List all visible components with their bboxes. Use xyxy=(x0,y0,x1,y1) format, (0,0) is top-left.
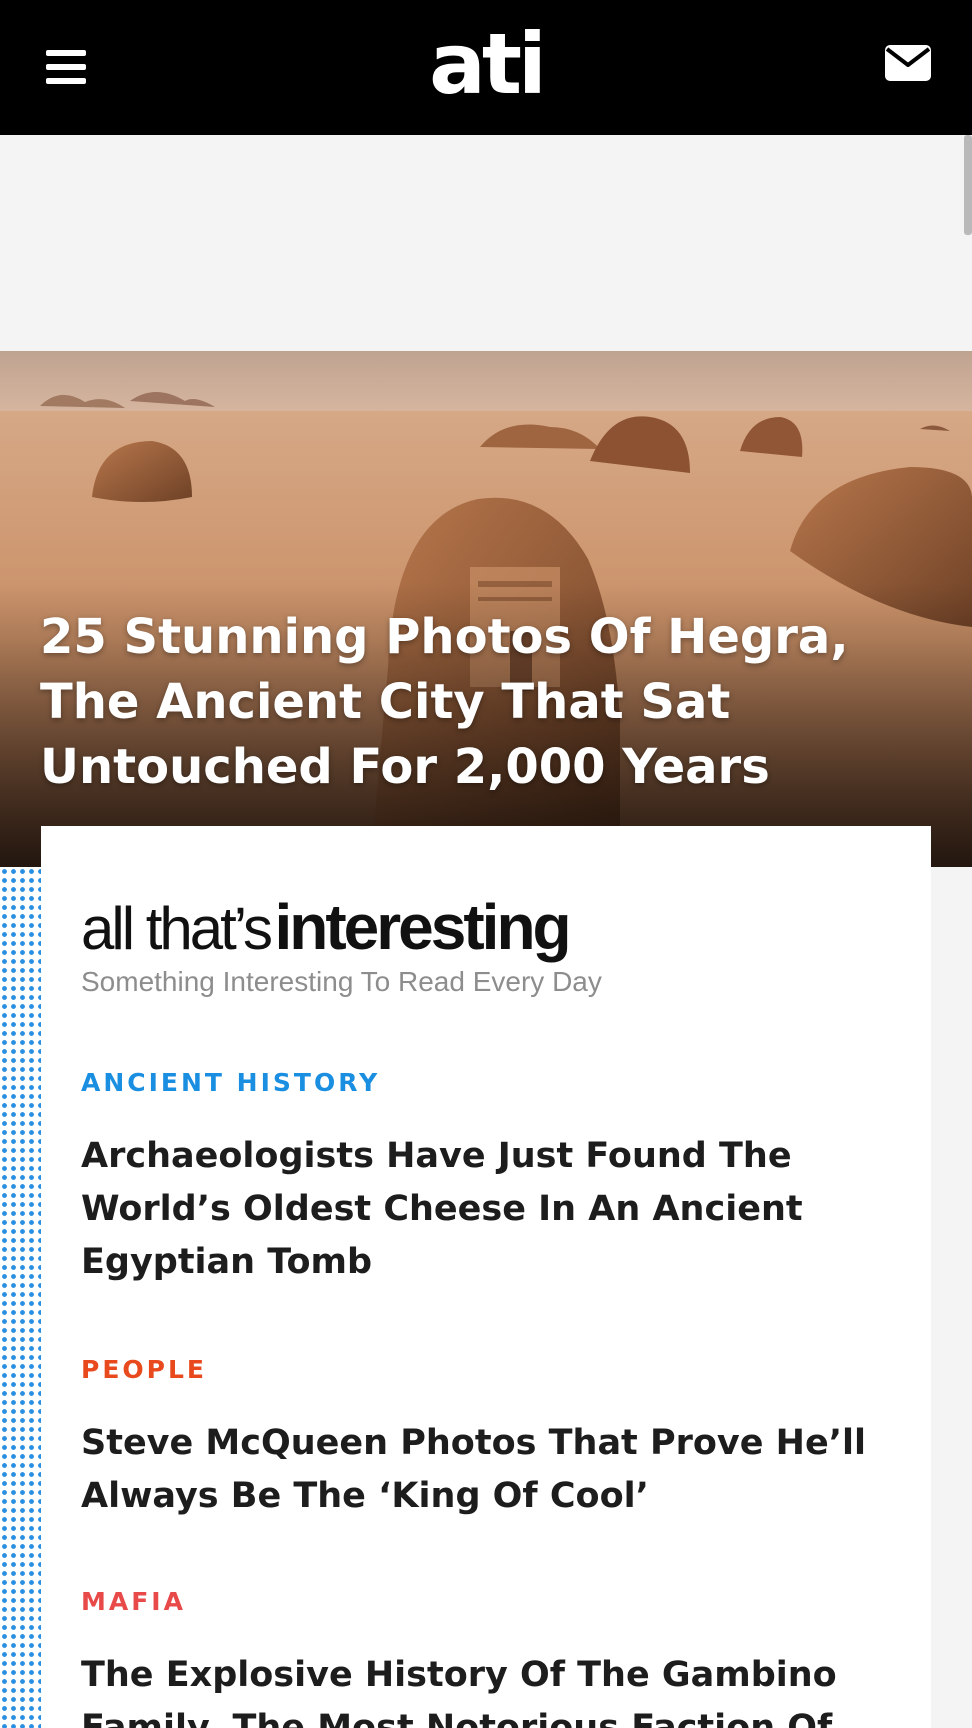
scrollbar-thumb[interactable] xyxy=(964,135,972,235)
article-category-mafia[interactable]: MAFIA xyxy=(81,1587,186,1616)
article-category-ancient-history[interactable]: ANCIENT HISTORY xyxy=(81,1068,380,1097)
brand-light-text: all that’s xyxy=(81,895,273,962)
site-header: ati xyxy=(0,0,972,135)
article-title[interactable]: Steve McQueen Photos That Prove He’ll Al… xyxy=(81,1417,881,1523)
article-title[interactable]: Archaeologists Have Just Found The World… xyxy=(81,1130,881,1289)
article-category-people[interactable]: PEOPLE xyxy=(81,1355,207,1384)
brand-bold-text: interesting xyxy=(274,891,571,963)
envelope-icon[interactable] xyxy=(884,44,932,82)
site-logo[interactable]: ati xyxy=(0,14,972,114)
ad-placeholder xyxy=(0,135,972,351)
brand-logo[interactable]: all that’s interesting xyxy=(81,890,572,964)
brand-tagline: Something Interesting To Read Every Day xyxy=(81,966,602,997)
hero-article[interactable]: 25 Stunning Photos Of Hegra, The Ancient… xyxy=(0,351,972,867)
article-title[interactable]: The Explosive History Of The Gambino Fam… xyxy=(81,1649,881,1728)
dotted-border-decoration xyxy=(0,867,41,1728)
hero-title[interactable]: 25 Stunning Photos Of Hegra, The Ancient… xyxy=(40,605,920,800)
article-list-card: all that’s interesting Something Interes… xyxy=(41,826,931,1728)
